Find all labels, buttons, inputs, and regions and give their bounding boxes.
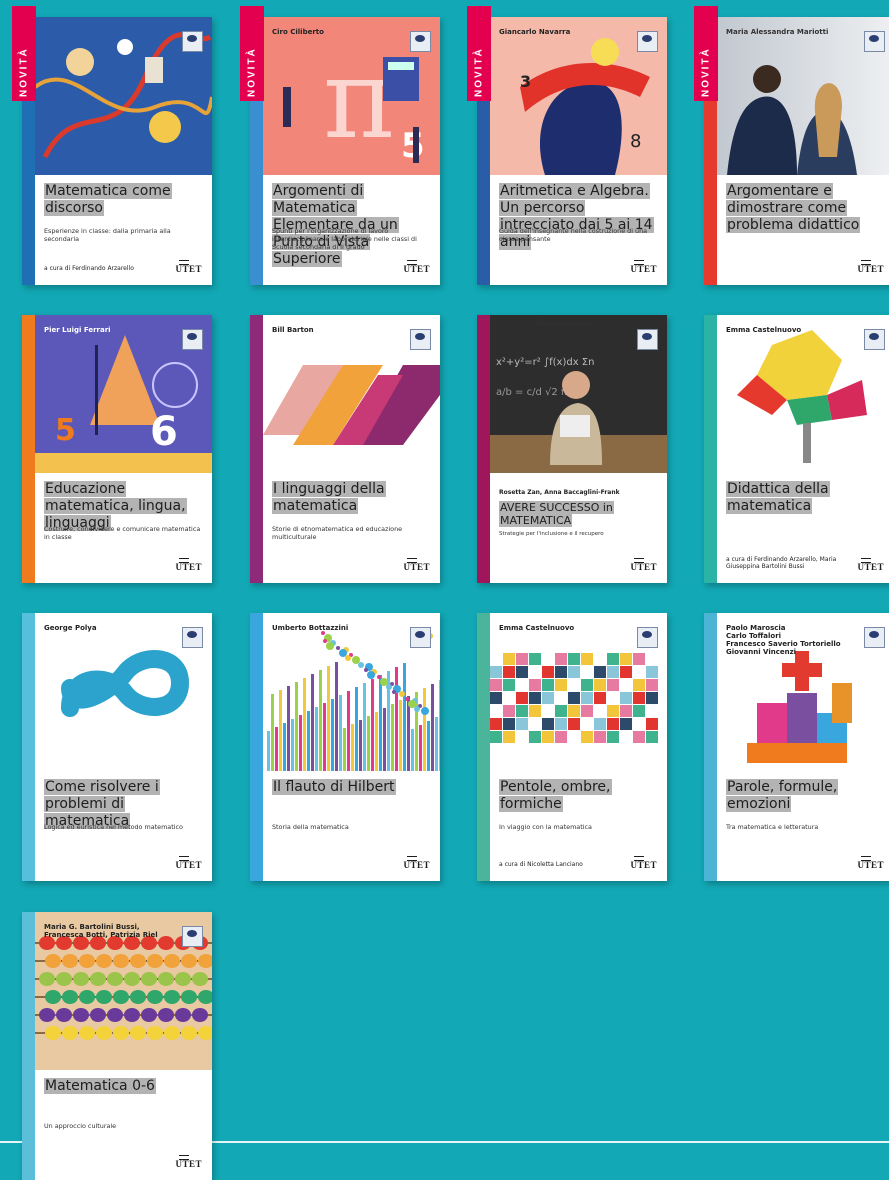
book-title: Il flauto di Hilbert — [272, 779, 396, 795]
book-curator: a cura di Ferdinando Arzarello — [44, 265, 134, 272]
book-title: Parole, formule, emozioni — [726, 779, 839, 812]
book-cover[interactable]: George Polya Come risolvere i problemi d… — [22, 613, 212, 881]
book-title: Matematica come discorso — [44, 183, 172, 216]
book-cover[interactable]: 3 8 Giancarlo Navarra Aritmetica e Algeb… — [477, 17, 667, 285]
book-subtitle: In viaggio con la matematica — [499, 823, 592, 831]
series-logo-icon — [864, 31, 885, 52]
book-subtitle: Strategie per l'inclusione e il recupero — [499, 531, 604, 537]
publisher-logo: UTET — [175, 558, 202, 572]
svg-text:3: 3 — [520, 72, 531, 91]
book-subtitle: Guida dell'insegnante nella costruzione … — [499, 227, 648, 243]
publisher-logo: UTET — [403, 260, 430, 274]
publisher-logo: UTET — [630, 856, 657, 870]
publisher-logo: UTET — [857, 260, 884, 274]
book-author: Pier Luigi Ferrari — [44, 326, 111, 334]
book-author: Maria Alessandra Mariotti — [726, 28, 829, 36]
book-author: Maria G. Bartolini Bussi, Francesca Bott… — [44, 923, 158, 939]
book-title: Argomenti di Matematica Elementare da un… — [272, 183, 399, 267]
series-logo-icon — [637, 627, 658, 648]
book-cover[interactable]: π 5 Ciro Ciliberto Argomenti di Matemati… — [250, 17, 440, 285]
book-spine — [22, 315, 35, 583]
book-cover[interactable]: 5 6 Pier Luigi Ferrari Educazione matema… — [22, 315, 212, 583]
publisher-logo: UTET — [857, 558, 884, 572]
book-subtitle: Un approccio culturale — [44, 1122, 117, 1130]
book-title: Argomentare e dimostrare come problema d… — [726, 183, 861, 233]
book-author: Paolo Maroscia Carlo Toffalori Francesco… — [726, 624, 841, 656]
book-cover[interactable]: Maria G. Bartolini Bussi, Francesca Bott… — [22, 912, 212, 1180]
book-title: Didattica della matematica — [726, 481, 830, 514]
book-curator: a cura di Nicoletta Lanciano — [499, 861, 583, 868]
book-subtitle: Tra matematica e letteratura — [726, 823, 819, 831]
publisher-logo: UTET — [630, 260, 657, 274]
publisher-logo: UTET — [630, 558, 657, 572]
series-logo-icon — [864, 627, 885, 648]
publisher-logo: UTET — [175, 1155, 202, 1169]
book-subtitle: Storie di etnomatematica ed educazione m… — [272, 525, 403, 541]
book-author: Bill Barton — [272, 326, 314, 334]
series-logo-icon — [637, 31, 658, 52]
book-cover[interactable]: x²+y²=r² ∫f(x)dx Σn a/b = c/d √2 π AVERE… — [477, 315, 667, 583]
series-logo-icon — [410, 329, 431, 350]
publisher-logo: UTET — [175, 260, 202, 274]
book-spine — [477, 315, 490, 583]
svg-text:5: 5 — [401, 126, 425, 166]
series-logo-icon — [637, 329, 658, 350]
book-cover[interactable]: Bill Barton I linguaggi della matematica… — [250, 315, 440, 583]
publisher-logo: UTET — [175, 856, 202, 870]
book-spine — [22, 912, 35, 1180]
book-author: Giancarlo Navarra — [499, 28, 571, 36]
book-subtitle: Esperienze in classe: dalla primaria all… — [44, 227, 171, 243]
book-spine — [704, 613, 717, 881]
series-logo-icon — [182, 926, 203, 947]
svg-text:x²+y²=r² ∫f(x)dx Σn: x²+y²=r² ∫f(x)dx Σn — [496, 357, 594, 368]
series-logo-icon — [864, 329, 885, 350]
book-spine — [250, 315, 263, 583]
svg-text:a/b = c/d √2 π: a/b = c/d √2 π — [496, 387, 567, 398]
book-title: AVERE SUCCESSO in MATEMATICA — [499, 501, 614, 527]
book-subtitle: Logica ed euristica nel metodo matematic… — [44, 823, 183, 831]
book-subtitle: Costruire, condividere e comunicare mate… — [44, 525, 201, 541]
publisher-logo: UTET — [857, 856, 884, 870]
novita-badge: NOVITÀ — [694, 6, 718, 101]
book-title: Pentole, ombre, formiche — [499, 779, 612, 812]
publisher-logo: UTET — [403, 856, 430, 870]
publisher-logo: UTET — [403, 558, 430, 572]
novita-badge: NOVITÀ — [240, 6, 264, 101]
book-cover[interactable]: Emma Castelnuovo Pentole, ombre, formich… — [477, 613, 667, 881]
novita-badge: NOVITÀ — [467, 6, 491, 101]
book-cover[interactable]: Paolo Maroscia Carlo Toffalori Francesco… — [704, 613, 889, 881]
book-curator: Rosetta Zan, Anna Baccaglini-Frank — [499, 489, 620, 496]
book-author: Emma Castelnuovo — [499, 624, 575, 632]
book-spine — [477, 613, 490, 881]
book-curator: a cura di Ferdinando Arzarello, Maria Gi… — [726, 556, 837, 570]
series-logo-icon — [182, 627, 203, 648]
svg-text:5: 5 — [55, 413, 76, 448]
book-cover[interactable]: Umberto Bottazzini Il flauto di Hilbert … — [250, 613, 440, 881]
book-title: Matematica 0-6 — [44, 1078, 156, 1094]
novita-badge: NOVITÀ — [12, 6, 36, 101]
book-title: I linguaggi della matematica — [272, 481, 386, 514]
svg-text:6: 6 — [150, 409, 178, 455]
book-subtitle: Storia della matematica — [272, 823, 349, 831]
series-logo-icon — [182, 329, 203, 350]
series-logo-icon — [410, 627, 431, 648]
svg-text:8: 8 — [630, 131, 641, 152]
book-author: Ciro Ciliberto — [272, 28, 324, 36]
series-logo-icon — [410, 31, 431, 52]
brand-label: formazione docenti — [537, 319, 592, 327]
book-author: George Polya — [44, 624, 97, 632]
book-author: Emma Castelnuovo — [726, 326, 802, 334]
book-author: Umberto Bottazzini — [272, 624, 349, 632]
series-logo-icon — [182, 31, 203, 52]
book-cover[interactable]: Matematica come discorso Esperienze in c… — [22, 17, 212, 285]
book-spine — [22, 613, 35, 881]
book-spine — [704, 315, 717, 583]
book-cover[interactable]: Maria Alessandra Mariotti Argomentare e … — [704, 17, 889, 285]
book-subtitle: Spunti per l'organizzazione di lavoro in… — [272, 227, 417, 251]
book-cover[interactable]: Emma Castelnuovo Didattica della matemat… — [704, 315, 889, 583]
book-spine — [250, 613, 263, 881]
